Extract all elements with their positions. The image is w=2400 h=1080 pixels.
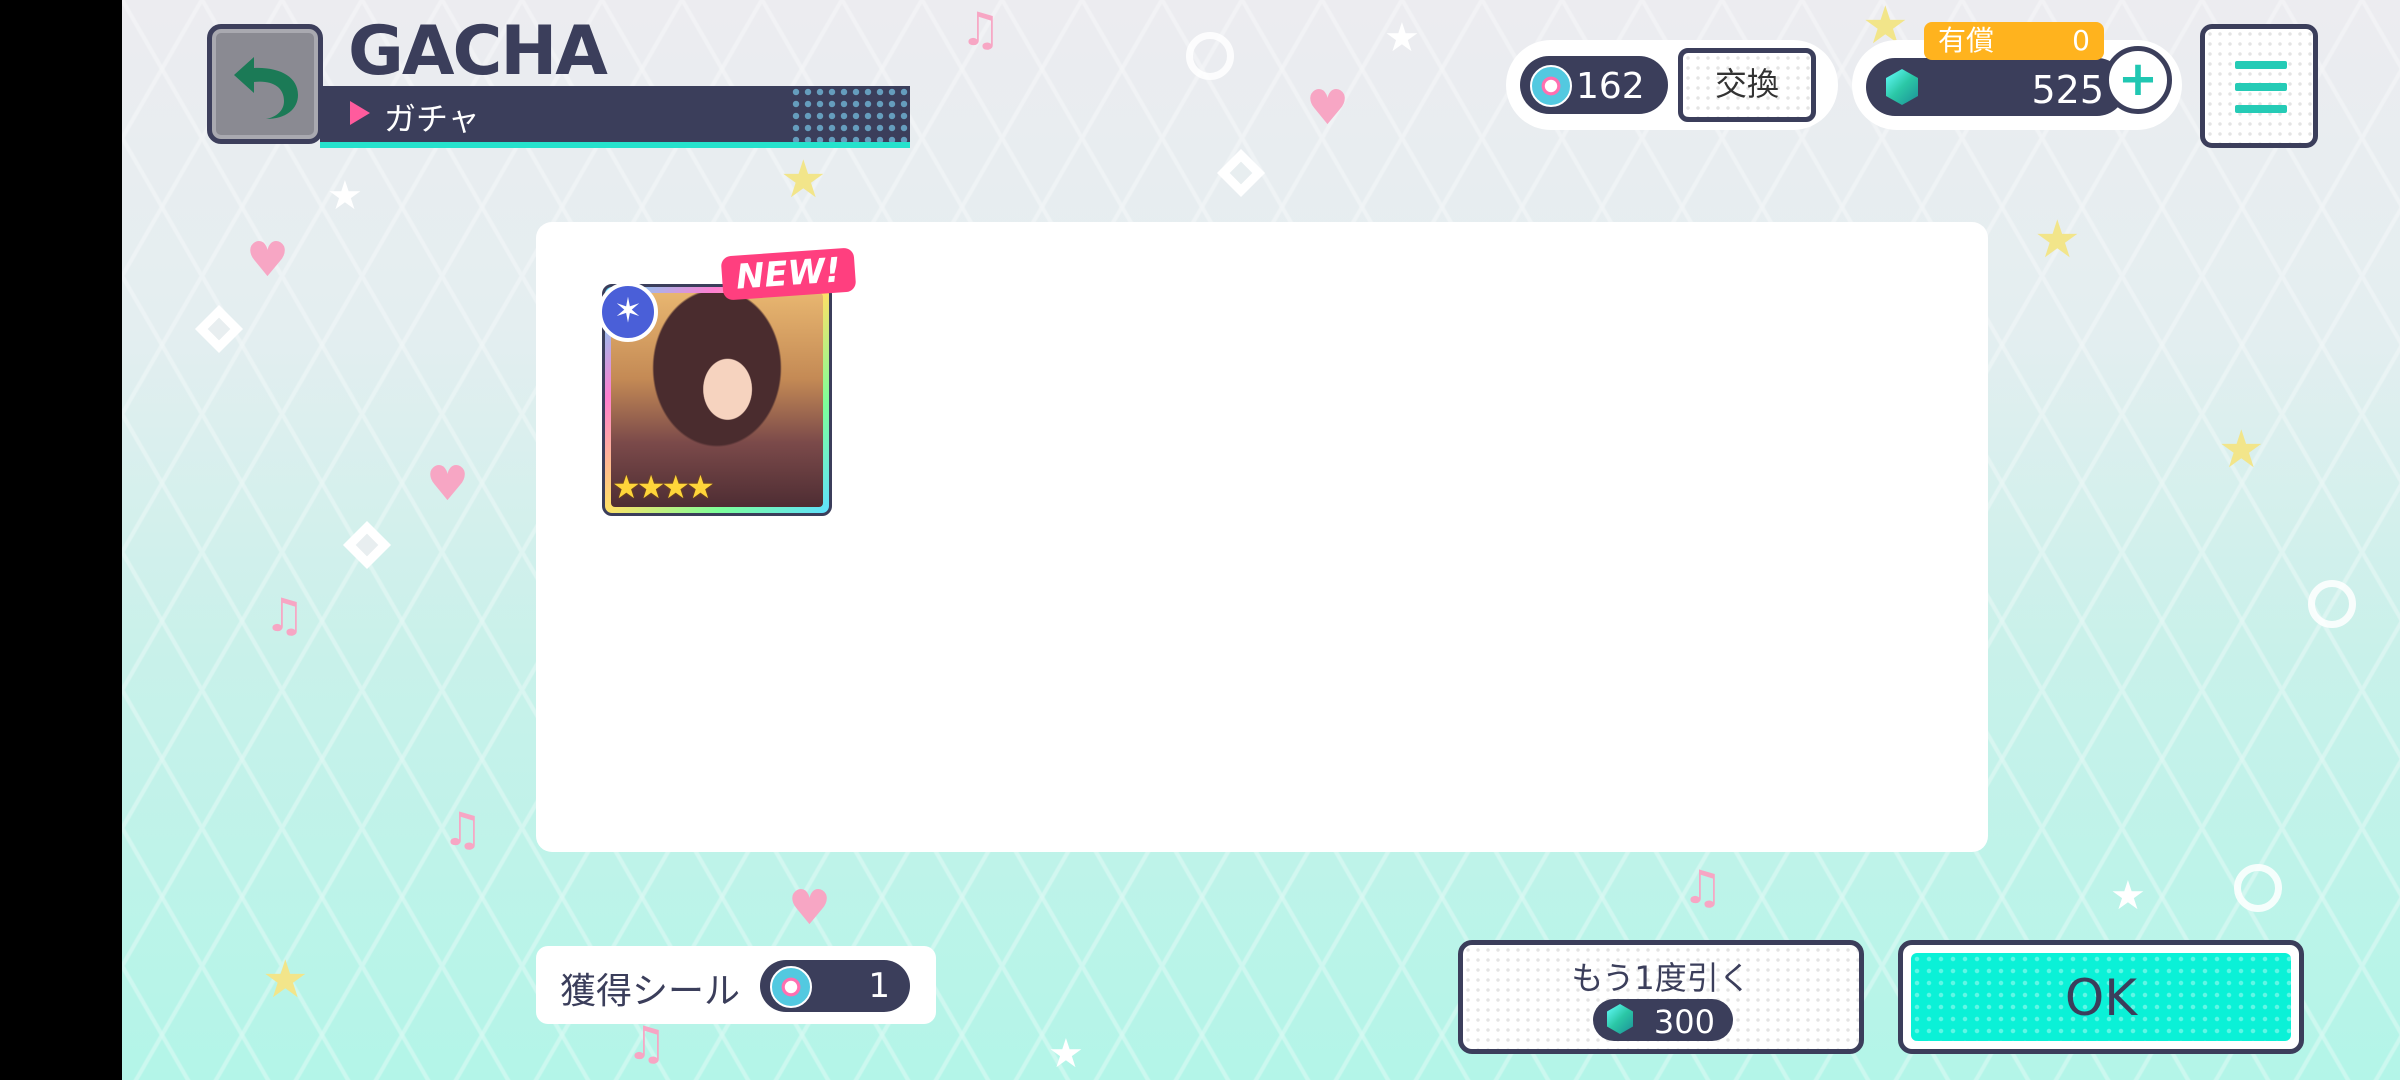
subtitle-bar: ガチャ [320,86,910,148]
ring-icon [2234,864,2282,912]
star-icon: ★ [1384,15,1420,61]
heart-icon: ♥ [246,232,290,288]
menu-button[interactable] [2200,24,2318,148]
card-rarity-stars: ★★★★ [612,468,715,506]
paid-gems-tag: 有償 0 [1924,22,2104,60]
obtained-seals-label: 獲得シール [560,971,741,1012]
star-icon: ★ [2110,873,2146,919]
laurel-star-icon: ★ [2034,210,2081,270]
laurel-star-icon: ★ [2218,420,2265,480]
star-icon: ★ [1048,1031,1084,1077]
music-note-icon: ♫ [442,802,484,856]
gem-icon [1886,69,1918,105]
halftone-decoration [790,86,910,142]
game-screen: ★ ★ ★ ★ ♥ ♥ ♥ ♥ ♫ ♫ ♫ ♫ ♫ ★ ★ ★ ★ ★ GACH… [122,0,2400,1080]
paid-label: 有償 [1938,24,1995,57]
menu-line [2235,61,2287,69]
back-arrow-icon [234,57,298,119]
heart-icon: ♥ [426,456,470,512]
music-note-icon: ♫ [1682,860,1724,914]
new-badge: NEW! [720,247,857,301]
gem-count: 525 [2031,68,2104,112]
ok-button[interactable]: OK [1898,940,2304,1054]
seal-count-pill: 162 [1520,56,1668,114]
heart-icon: ♥ [788,880,832,936]
seal-count: 162 [1576,66,1645,107]
pull-again-cost-value: 300 [1653,1003,1715,1041]
menu-line [2235,83,2287,91]
menu-line [2235,105,2287,113]
seal-currency: 162 交換 [1506,40,1838,130]
back-button[interactable] [207,24,323,144]
gem-count-pill: 525 [1866,58,2126,116]
seal-coin-icon [770,966,812,1008]
paid-value: 0 [2072,24,2090,57]
laurel-star-icon: ★ [780,150,827,210]
page-subtitle: ガチャ [384,100,480,138]
page-title: GACHA [348,12,608,91]
pull-again-label: もう1度引く [1571,959,1751,997]
music-note-icon: ♫ [264,588,306,642]
heart-icon: ♥ [1306,80,1350,136]
music-note-icon: ♫ [626,1016,668,1070]
pull-again-cost: 300 [1593,999,1733,1041]
star-icon: ★ [327,173,363,219]
obtained-seals: 獲得シール 1 [536,946,936,1024]
play-triangle-icon [350,101,370,125]
music-note-icon: ♫ [960,2,1002,56]
gem-icon [1607,1004,1633,1034]
obtained-seals-pill: 1 [760,960,910,1012]
ok-button-fill: OK [1911,953,2291,1041]
seal-coin-icon [1530,65,1572,107]
attribute-icon: ✶ [598,282,658,342]
add-gems-button[interactable]: + [2104,46,2172,114]
laurel-star-icon: ★ [262,950,309,1010]
pull-again-button[interactable]: もう1度引く 300 [1458,940,1864,1054]
exchange-button[interactable]: 交換 [1678,48,1816,122]
obtained-seals-count: 1 [868,966,890,1006]
ring-icon [1186,32,1234,80]
ok-label: OK [2064,969,2138,1027]
ring-icon [2308,580,2356,628]
